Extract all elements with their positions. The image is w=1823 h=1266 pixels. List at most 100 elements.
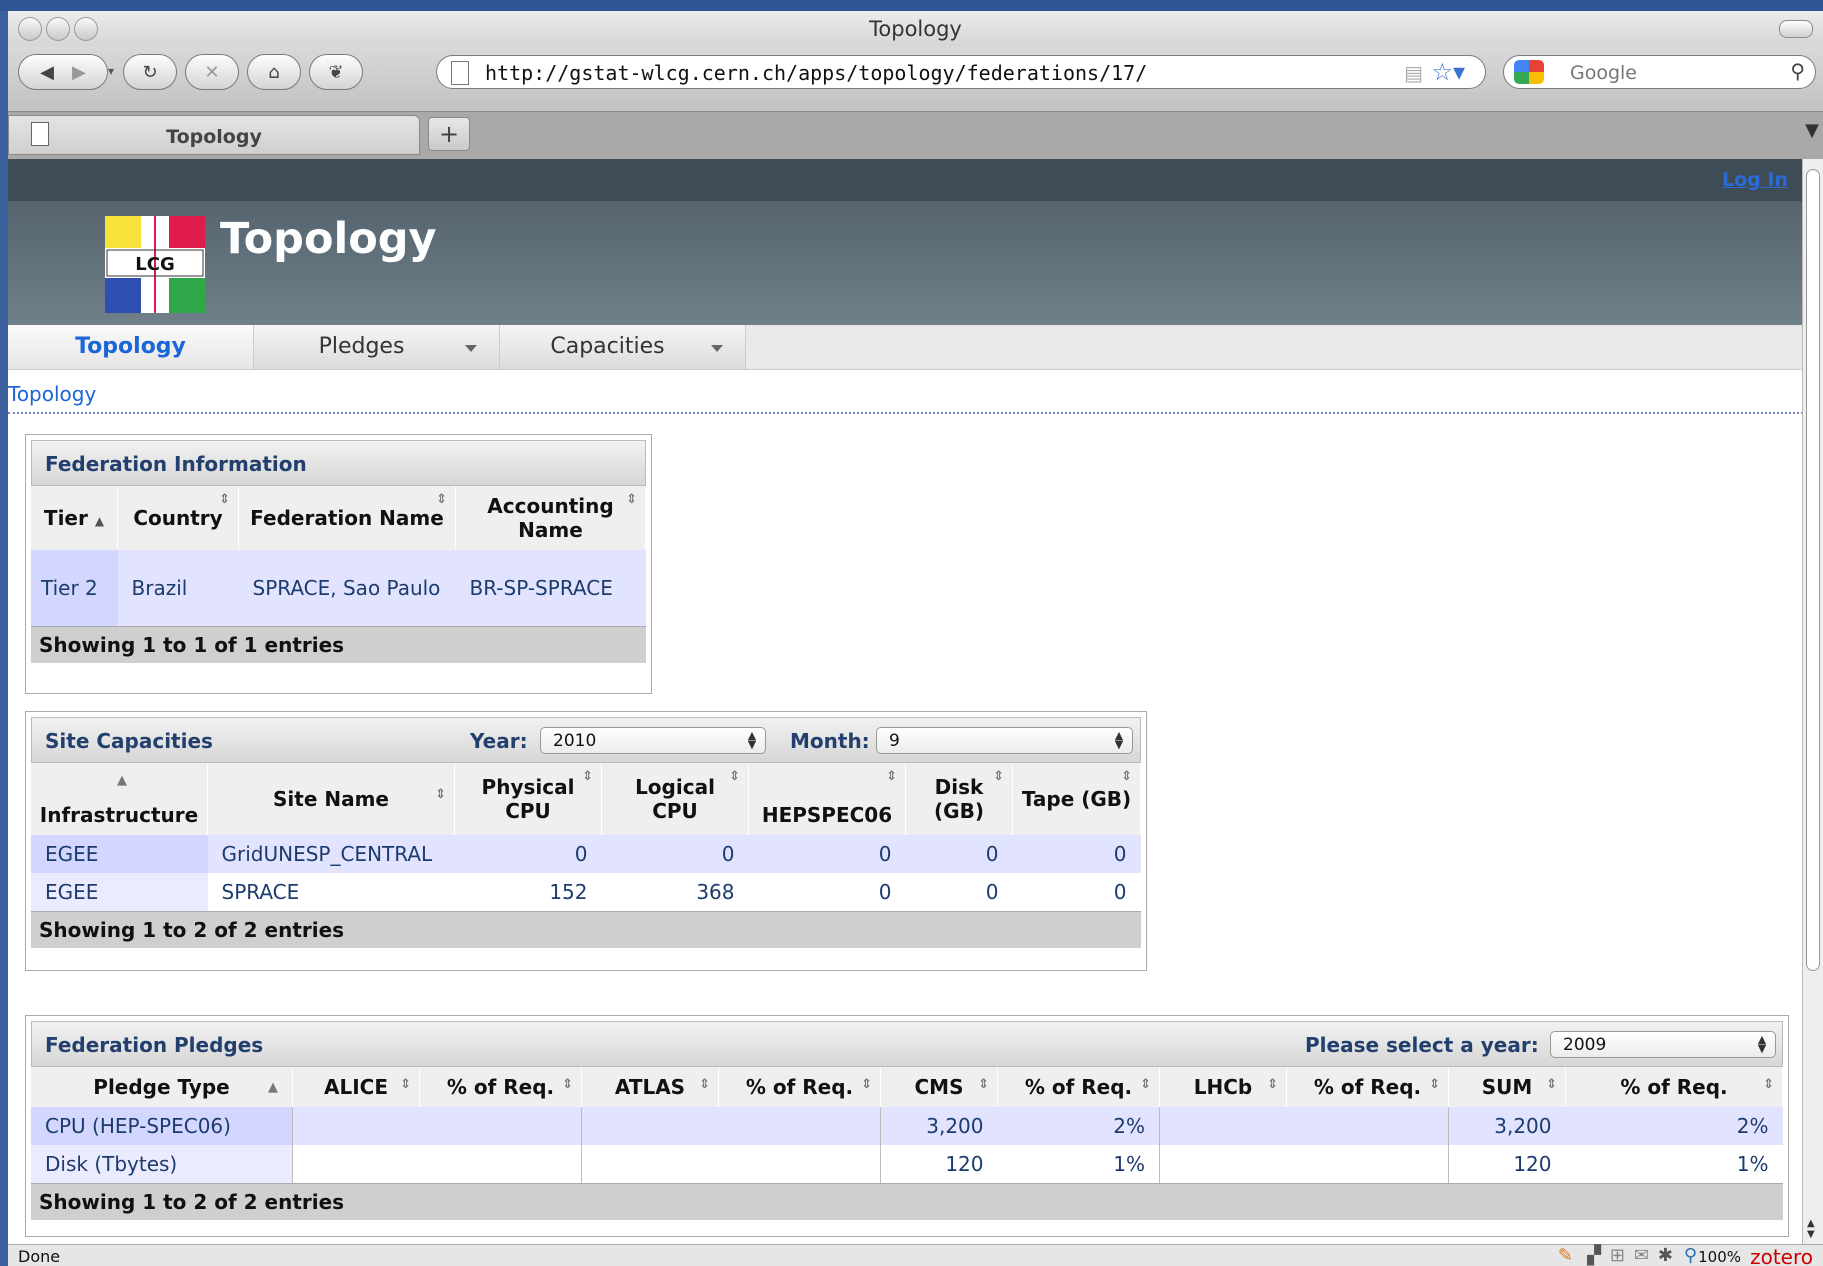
evernote-button[interactable]: ❦: [309, 54, 363, 90]
tab-list-icon[interactable]: ▼: [1805, 120, 1819, 141]
cell-hepspec06: 0: [748, 873, 906, 911]
new-tab-button[interactable]: +: [428, 117, 470, 151]
column-header-alice[interactable]: ⇕ ALICE: [292, 1067, 420, 1107]
browser-window: Topology ◀ ▶ ▾ ↻ ✕ ⌂ ❦ http://gstat-wlcg…: [8, 11, 1823, 1266]
sort-icon: ⇕: [626, 492, 637, 507]
reload-button[interactable]: ↻: [123, 54, 177, 90]
url-bar[interactable]: http://gstat-wlcg.cern.ch/apps/topology/…: [436, 55, 1486, 89]
pledge-year-label: Please select a year:: [1305, 1033, 1539, 1057]
select-arrows-icon: ▲ ▼: [1114, 729, 1124, 751]
toolbar-toggle-button[interactable]: [1779, 20, 1813, 38]
desktop-strip: [0, 0, 1823, 11]
cell-cms: 3,200: [880, 1107, 998, 1145]
cell-physical-cpu: 152: [454, 873, 602, 911]
column-header-logical-cpu[interactable]: ⇕ Logical CPU: [601, 763, 749, 835]
back-forward-buttons[interactable]: ◀ ▶: [18, 54, 108, 90]
sort-icon: ⇕: [582, 769, 593, 784]
month-label: Month:: [790, 729, 870, 753]
menu-item-topology[interactable]: Topology: [8, 325, 254, 369]
year-select[interactable]: 2010 ▲ ▼: [540, 727, 766, 754]
sort-icon: ⇕: [1121, 769, 1132, 784]
cell-infrastructure: EGEE: [31, 835, 208, 873]
cell-lhcb-pct: [1286, 1145, 1449, 1183]
scrollbar-thumb[interactable]: [1806, 169, 1820, 971]
column-header-sum-pct[interactable]: ⇕% of Req.: [1565, 1067, 1783, 1107]
cell-lhcb: [1159, 1145, 1287, 1183]
column-header-cms[interactable]: ⇕ CMS: [880, 1067, 998, 1107]
select-arrows-icon: ▲ ▼: [1757, 1033, 1767, 1055]
column-header-infrastructure[interactable]: ▲ Infrastructure: [31, 763, 208, 835]
search-icon[interactable]: ⚲: [1790, 59, 1805, 83]
login-link[interactable]: Log In: [1722, 169, 1788, 191]
table-row: Disk (Tbytes) 120 1% 120 1%: [31, 1145, 1783, 1183]
window-icon[interactable]: ▞: [1587, 1245, 1601, 1266]
menu-item-pledges[interactable]: Pledges: [254, 325, 500, 369]
status-text: Done: [18, 1247, 61, 1266]
column-header-federation-name[interactable]: ⇕ Federation Name: [238, 486, 456, 550]
column-header-country[interactable]: ⇕ Country: [117, 486, 239, 550]
zoom-level[interactable]: 100%: [1698, 1248, 1741, 1266]
stop-button[interactable]: ✕: [185, 54, 239, 90]
mail-icon[interactable]: ✉: [1634, 1245, 1649, 1266]
sort-icon: ⇕: [1267, 1077, 1278, 1092]
cell-physical-cpu: 0: [454, 835, 602, 873]
column-header-disk[interactable]: ⇕ Disk (GB): [905, 763, 1013, 835]
cell-pledge-type: Disk (Tbytes): [31, 1145, 293, 1183]
sort-icon: ⇕: [562, 1077, 573, 1092]
cell-sum: 120: [1448, 1145, 1566, 1183]
breadcrumb[interactable]: Topology: [8, 382, 96, 406]
sort-icon: ⇕: [1763, 1077, 1774, 1092]
google-icon[interactable]: [1514, 60, 1544, 84]
history-dropdown-icon[interactable]: ▾: [108, 64, 114, 78]
back-icon[interactable]: ◀: [40, 62, 54, 83]
zotero-button[interactable]: zotero: [1750, 1245, 1813, 1266]
table-row: Tier 2 Brazil SPRACE, Sao Paulo BR-SP-SP…: [31, 550, 646, 626]
column-header-lhcb-pct[interactable]: ⇕% of Req.: [1286, 1067, 1449, 1107]
menu-item-label: Pledges: [318, 334, 405, 359]
column-header-sum[interactable]: ⇕ SUM: [1448, 1067, 1566, 1107]
federation-pledges-table: ▲ Pledge Type ⇕ ALICE ⇕% of Req. ⇕ ATLAS ⇕%…: [31, 1067, 1783, 1183]
cell-disk: 0: [905, 835, 1013, 873]
column-header-alice-pct[interactable]: ⇕% of Req.: [419, 1067, 582, 1107]
scroll-arrows-icon[interactable]: ▲ ▼: [1807, 1218, 1815, 1240]
home-button[interactable]: ⌂: [247, 54, 301, 90]
menu-item-capacities[interactable]: Capacities: [500, 325, 746, 369]
edit-icon[interactable]: ✎: [1558, 1245, 1573, 1266]
column-header-cms-pct[interactable]: ⇕% of Req.: [997, 1067, 1160, 1107]
column-header-tier[interactable]: Tier ▲: [31, 486, 118, 550]
url-text[interactable]: http://gstat-wlcg.cern.ch/apps/topology/…: [485, 61, 1147, 85]
column-header-physical-cpu[interactable]: ⇕ Physical CPU: [454, 763, 602, 835]
column-header-atlas[interactable]: ⇕ ATLAS: [581, 1067, 719, 1107]
column-header-hepspec06[interactable]: ⇕ HEPSPEC06: [748, 763, 906, 835]
column-header-site-name[interactable]: ⇕ Site Name: [207, 763, 455, 835]
site-capacities-panel: Site Capacities Year: 2010 ▲ ▼ Month: 9 ▲ ▼ …: [25, 711, 1147, 971]
stop-icon: ✕: [204, 61, 220, 83]
page-icon: [451, 61, 469, 85]
column-header-tape[interactable]: ⇕ Tape (GB): [1012, 763, 1141, 835]
month-select[interactable]: 9 ▲ ▼: [876, 727, 1133, 754]
window-title: Topology: [869, 17, 962, 41]
bookmark-star-icon[interactable]: ☆▾: [1431, 58, 1465, 86]
navigation-toolbar: ◀ ▶ ▾ ↻ ✕ ⌂ ❦ http://gstat-wlcg.cern.ch/…: [8, 46, 1823, 111]
zoom-icon[interactable]: ⚲: [1684, 1245, 1697, 1266]
column-header-atlas-pct[interactable]: ⇕% of Req.: [718, 1067, 881, 1107]
search-box[interactable]: Google ⚲: [1503, 55, 1816, 89]
chevron-down-icon: [465, 345, 477, 352]
sort-icon: ⇕: [729, 769, 740, 784]
cell-logical-cpu: 0: [601, 835, 749, 873]
tab-strip: Topology + ▼: [8, 111, 1823, 160]
rss-icon[interactable]: ▤: [1404, 61, 1423, 85]
tab-label: Topology: [166, 126, 262, 148]
cell-tier: Tier 2: [31, 550, 118, 626]
vertical-scrollbar[interactable]: ▲ ▼: [1802, 159, 1823, 1244]
bug-icon[interactable]: ✱: [1658, 1245, 1673, 1266]
column-header-lhcb[interactable]: ⇕ LHCb: [1159, 1067, 1287, 1107]
pledge-year-select[interactable]: 2009 ▲ ▼: [1550, 1031, 1776, 1058]
cell-tape: 0: [1012, 873, 1141, 911]
column-header-pledge-type[interactable]: ▲ Pledge Type: [31, 1067, 293, 1107]
tab-topology[interactable]: Topology: [8, 115, 420, 155]
sort-icon: ⇕: [993, 769, 1004, 784]
grid-icon[interactable]: ⊞: [1610, 1245, 1625, 1266]
forward-icon[interactable]: ▶: [72, 62, 86, 83]
column-header-accounting-name[interactable]: ⇕ Accounting Name: [455, 486, 646, 550]
